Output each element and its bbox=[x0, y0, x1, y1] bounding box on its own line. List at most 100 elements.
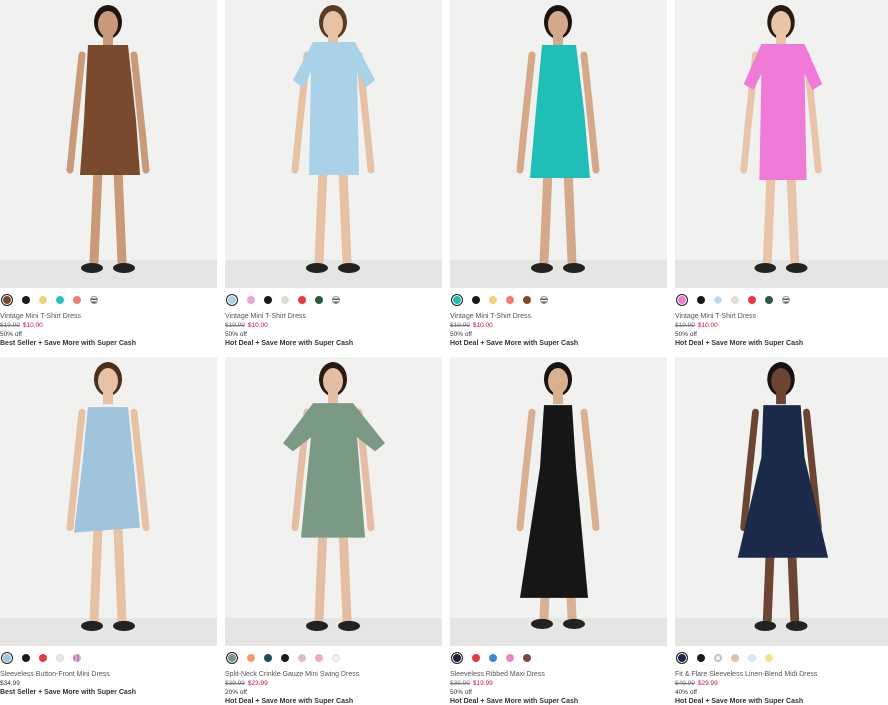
color-swatch[interactable] bbox=[1, 294, 13, 306]
color-swatch[interactable] bbox=[247, 296, 255, 304]
color-swatch[interactable] bbox=[22, 296, 30, 304]
product-card[interactable]: Vintage Mini T-Shirt Dress $19.99 $10.00 50… bbox=[0, 0, 217, 357]
discount-label: 50% off bbox=[0, 331, 22, 338]
product-photo-navy-floral-midi-dress[interactable] bbox=[675, 357, 888, 646]
product-card[interactable]: Sleeveless Button-Front Mini Dress $34.99… bbox=[0, 357, 217, 705]
product-card[interactable]: Fit & Flare Sleeveless Linen-Blend Midi … bbox=[675, 357, 888, 705]
color-swatch[interactable] bbox=[731, 654, 739, 662]
product-name[interactable]: Vintage Mini T-Shirt Dress bbox=[225, 312, 442, 321]
product-card[interactable]: Vintage Mini T-Shirt Dress $19.99 $10.00 50… bbox=[225, 0, 442, 357]
product-photo-green-swing-dress[interactable] bbox=[225, 357, 442, 646]
promo-label: Best Seller + Save More with Super Cash bbox=[0, 689, 136, 696]
color-swatch[interactable] bbox=[748, 296, 756, 304]
discount-label: 20% off bbox=[225, 689, 247, 696]
color-swatch[interactable] bbox=[226, 652, 238, 664]
price-original: $49.99 bbox=[675, 680, 695, 687]
color-swatch[interactable] bbox=[226, 294, 238, 306]
product-card[interactable]: Vintage Mini T-Shirt Dress $19.99 $10.00 50… bbox=[450, 0, 667, 357]
product-name[interactable]: Sleeveless Ribbed Maxi Dress bbox=[450, 670, 667, 679]
product-name[interactable]: Vintage Mini T-Shirt Dress bbox=[450, 312, 667, 321]
color-swatch[interactable] bbox=[451, 294, 463, 306]
color-swatch[interactable] bbox=[315, 654, 323, 662]
promo-label: Hot Deal + Save More with Super Cash bbox=[225, 698, 354, 705]
color-swatch[interactable] bbox=[73, 654, 81, 662]
color-swatch[interactable] bbox=[489, 296, 497, 304]
color-swatch[interactable] bbox=[281, 296, 289, 304]
color-swatch[interactable] bbox=[697, 654, 705, 662]
color-swatch[interactable] bbox=[714, 654, 722, 662]
color-swatch[interactable] bbox=[697, 296, 705, 304]
color-swatch[interactable] bbox=[247, 654, 255, 662]
color-swatch[interactable] bbox=[73, 296, 81, 304]
color-swatch[interactable] bbox=[56, 654, 64, 662]
color-swatch[interactable] bbox=[298, 296, 306, 304]
color-swatch[interactable] bbox=[298, 654, 306, 662]
color-swatch[interactable] bbox=[523, 296, 531, 304]
product-card[interactable]: Sleeveless Ribbed Maxi Dress $39.99 $19.99… bbox=[450, 357, 667, 705]
promo-label: Hot Deal + Save More with Super Cash bbox=[675, 698, 804, 705]
color-swatches bbox=[675, 646, 888, 670]
color-swatch[interactable] bbox=[472, 654, 480, 662]
color-swatch[interactable] bbox=[523, 654, 531, 662]
discount-label: 50% off bbox=[675, 331, 697, 338]
color-swatch[interactable] bbox=[676, 294, 688, 306]
color-swatch[interactable] bbox=[39, 654, 47, 662]
color-swatches bbox=[450, 646, 667, 670]
color-swatches bbox=[225, 288, 442, 312]
color-swatch[interactable] bbox=[765, 654, 773, 662]
product-name[interactable]: Vintage Mini T-Shirt Dress bbox=[675, 312, 888, 321]
product-photo-black-maxi-dress[interactable] bbox=[450, 357, 667, 646]
color-swatch[interactable] bbox=[264, 654, 272, 662]
price-sale: $19.99 bbox=[472, 680, 493, 687]
product-card[interactable]: Split-Neck Crinkle Gauze Mini Swing Dres… bbox=[225, 357, 442, 705]
color-swatch[interactable] bbox=[315, 296, 323, 304]
product-name[interactable]: Fit & Flare Sleeveless Linen-Blend Midi … bbox=[675, 670, 888, 679]
product-name[interactable]: Sleeveless Button-Front Mini Dress bbox=[0, 670, 217, 679]
price-row: $34.99 bbox=[0, 679, 217, 688]
price-row: $49.99 $29.99 bbox=[675, 679, 888, 688]
price-sale: $23.99 bbox=[247, 680, 268, 687]
color-swatch[interactable] bbox=[332, 296, 340, 304]
color-swatch[interactable] bbox=[472, 296, 480, 304]
color-swatch[interactable] bbox=[56, 296, 64, 304]
color-swatch[interactable] bbox=[540, 296, 548, 304]
price-sale: $10.00 bbox=[472, 322, 493, 329]
discount-label: 40% off bbox=[675, 689, 697, 696]
color-swatch[interactable] bbox=[332, 654, 340, 662]
color-swatch[interactable] bbox=[39, 296, 47, 304]
color-swatch[interactable] bbox=[506, 296, 514, 304]
color-swatch[interactable] bbox=[765, 296, 773, 304]
product-photo-teal-tank-dress[interactable] bbox=[450, 0, 667, 288]
color-swatch[interactable] bbox=[731, 296, 739, 304]
color-swatches bbox=[675, 288, 888, 312]
color-swatch[interactable] bbox=[506, 654, 514, 662]
color-swatch[interactable] bbox=[451, 652, 463, 664]
price-original: $19.99 bbox=[450, 322, 470, 329]
product-card[interactable]: Vintage Mini T-Shirt Dress $19.99 $10.00 50… bbox=[675, 0, 888, 357]
color-swatch[interactable] bbox=[748, 654, 756, 662]
product-photo-chambray-button-dress[interactable] bbox=[0, 357, 217, 646]
color-swatch[interactable] bbox=[782, 296, 790, 304]
product-photo-brown-tshirt-dress[interactable] bbox=[0, 0, 217, 288]
color-swatches bbox=[450, 288, 667, 312]
price-sale: $10.00 bbox=[697, 322, 718, 329]
product-photo-lightblue-tshirt-dress[interactable] bbox=[225, 0, 442, 288]
color-swatch[interactable] bbox=[264, 296, 272, 304]
color-swatch[interactable] bbox=[714, 296, 722, 304]
color-swatch[interactable] bbox=[22, 654, 30, 662]
price-row: $39.99 $23.99 bbox=[225, 679, 442, 688]
price-row: $39.99 $19.99 bbox=[450, 679, 667, 688]
color-swatch[interactable] bbox=[489, 654, 497, 662]
product-photo-pink-tshirt-dress[interactable] bbox=[675, 0, 888, 288]
price-row: $19.99 $10.00 bbox=[675, 321, 888, 330]
color-swatch[interactable] bbox=[1, 652, 13, 664]
color-swatch[interactable] bbox=[676, 652, 688, 664]
color-swatch[interactable] bbox=[90, 296, 98, 304]
promo-label: Hot Deal + Save More with Super Cash bbox=[450, 340, 579, 347]
discount-label: 50% off bbox=[450, 331, 472, 338]
color-swatches bbox=[0, 646, 217, 670]
product-name[interactable]: Vintage Mini T-Shirt Dress bbox=[0, 312, 217, 321]
color-swatches bbox=[225, 646, 442, 670]
product-name[interactable]: Split-Neck Crinkle Gauze Mini Swing Dres… bbox=[225, 670, 442, 679]
color-swatch[interactable] bbox=[281, 654, 289, 662]
